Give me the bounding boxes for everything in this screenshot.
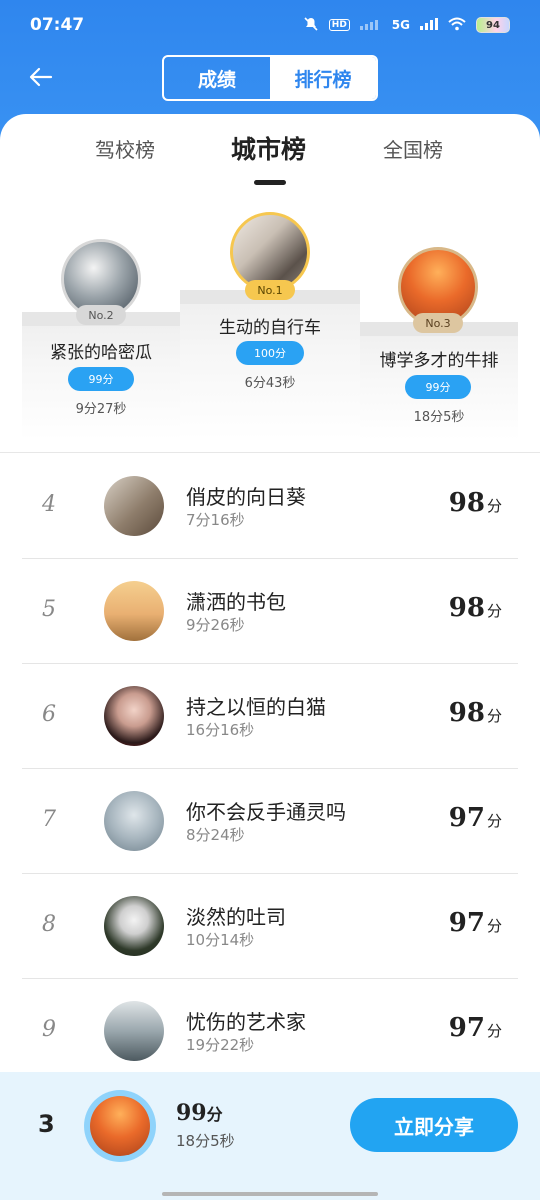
podium-third-rank: No.3 (413, 313, 463, 333)
row-rank: 8 (42, 912, 56, 937)
row-name: 持之以恒的白猫 (186, 695, 326, 719)
tab-national[interactable]: 全国榜 (383, 134, 443, 163)
my-avatar[interactable] (90, 1096, 150, 1156)
row-name: 潇洒的书包 (186, 590, 286, 614)
row-score-unit: 分 (486, 917, 502, 935)
row-score-unit: 分 (486, 707, 502, 725)
my-time: 18分5秒 (176, 1132, 235, 1150)
row-time: 16分16秒 (186, 721, 255, 739)
podium-second-score: 99分 (68, 367, 134, 391)
ranking-row[interactable]: 4 俏皮的向日葵 7分16秒 98 分 (22, 454, 518, 559)
row-avatar (104, 581, 164, 641)
ranking-row[interactable]: 5 潇洒的书包 9分26秒 98 分 (22, 559, 518, 664)
signal-strong-icon (420, 17, 438, 33)
my-rank-bar: 3 99分 18分5秒 立即分享 (0, 1072, 540, 1200)
my-rank: 3 (38, 1110, 55, 1138)
row-score-unit: 分 (486, 497, 502, 515)
row-time: 7分16秒 (186, 511, 245, 529)
my-avatar-ring (84, 1090, 156, 1162)
row-time: 9分26秒 (186, 616, 245, 634)
row-score-value: 98 (448, 593, 485, 623)
row-time: 19分22秒 (186, 1036, 255, 1054)
row-score-value: 97 (448, 908, 485, 938)
row-score-unit: 分 (486, 1022, 502, 1040)
ranking-row[interactable]: 6 持之以恒的白猫 16分16秒 98 分 (22, 664, 518, 769)
hd-icon: HD (328, 19, 350, 31)
row-score-value: 98 (448, 488, 485, 518)
row-avatar (104, 1001, 164, 1061)
podium-second-time: 9分27秒 (75, 402, 127, 417)
row-score: 98 分 (449, 488, 502, 518)
my-score: 99分 (176, 1100, 223, 1126)
signal-icon (359, 18, 382, 33)
wifi-icon (448, 17, 466, 34)
battery-indicator: 94 (476, 17, 510, 33)
podium-divider (0, 452, 540, 453)
tab-indicator (254, 180, 286, 185)
podium-first-time: 6分43秒 (244, 376, 296, 391)
row-score: 97 分 (449, 803, 502, 833)
row-avatar (104, 791, 164, 851)
home-indicator[interactable] (162, 1192, 378, 1196)
leaderboard-tabs: 驾校榜 城市榜 全国榜 (0, 134, 540, 194)
row-score: 98 分 (449, 593, 502, 623)
row-rank: 5 (42, 597, 56, 622)
podium-second-name: 紧张的哈密瓜 (50, 343, 152, 363)
ranking-row[interactable]: 8 淡然的吐司 10分14秒 97 分 (22, 874, 518, 979)
segment-leaderboard[interactable]: 排行榜 (270, 57, 376, 99)
row-score-value: 97 (448, 1013, 485, 1043)
row-score: 98 分 (449, 698, 502, 728)
ranking-row[interactable]: 7 你不会反手通灵吗 8分24秒 97 分 (22, 769, 518, 874)
row-avatar (104, 686, 164, 746)
row-rank: 7 (42, 807, 56, 832)
row-score-unit: 分 (486, 602, 502, 620)
tab-school[interactable]: 驾校榜 (95, 134, 155, 163)
status-time: 07:47 (30, 15, 85, 35)
row-score-value: 97 (448, 803, 485, 833)
row-time: 10分14秒 (186, 931, 255, 949)
mute-icon (303, 16, 319, 35)
status-bar: 07:47 HD 5G 94 (0, 0, 540, 50)
back-button[interactable] (26, 62, 56, 92)
row-name: 忧伤的艺术家 (186, 1010, 306, 1034)
podium-first-name: 生动的自行车 (219, 318, 321, 338)
row-time: 8分24秒 (186, 826, 245, 844)
row-rank: 9 (42, 1017, 56, 1042)
podium-first-rank: No.1 (245, 280, 295, 300)
my-score-value: 99 (176, 1100, 207, 1126)
row-rank: 6 (42, 702, 56, 727)
ranking-row[interactable]: 9 忧伤的艺术家 19分22秒 97 分 (22, 979, 518, 1084)
segment-scores[interactable]: 成绩 (164, 57, 270, 99)
row-avatar (104, 476, 164, 536)
row-score-unit: 分 (486, 812, 502, 830)
row-score-value: 98 (448, 698, 485, 728)
row-name: 你不会反手通灵吗 (186, 800, 346, 824)
my-score-unit: 分 (206, 1105, 223, 1124)
podium-third-name: 博学多才的牛排 (379, 351, 499, 371)
arrow-left-icon (29, 67, 53, 87)
network-label: 5G (391, 18, 410, 32)
podium-second-rank: No.2 (76, 305, 126, 325)
podium-third-time: 18分5秒 (413, 410, 465, 425)
row-score: 97 分 (449, 1013, 502, 1043)
row-rank: 4 (42, 492, 56, 517)
row-score: 97 分 (449, 908, 502, 938)
row-avatar (104, 896, 164, 956)
tab-city[interactable]: 城市榜 (231, 130, 306, 166)
row-name: 淡然的吐司 (186, 905, 286, 929)
status-icons: HD 5G 94 (303, 16, 510, 35)
podium-third-score: 99分 (405, 375, 471, 399)
share-button[interactable]: 立即分享 (350, 1098, 518, 1152)
podium-first-score: 100分 (236, 341, 304, 365)
row-name: 俏皮的向日葵 (186, 485, 306, 509)
segment-control: 成绩 排行榜 (162, 55, 378, 101)
